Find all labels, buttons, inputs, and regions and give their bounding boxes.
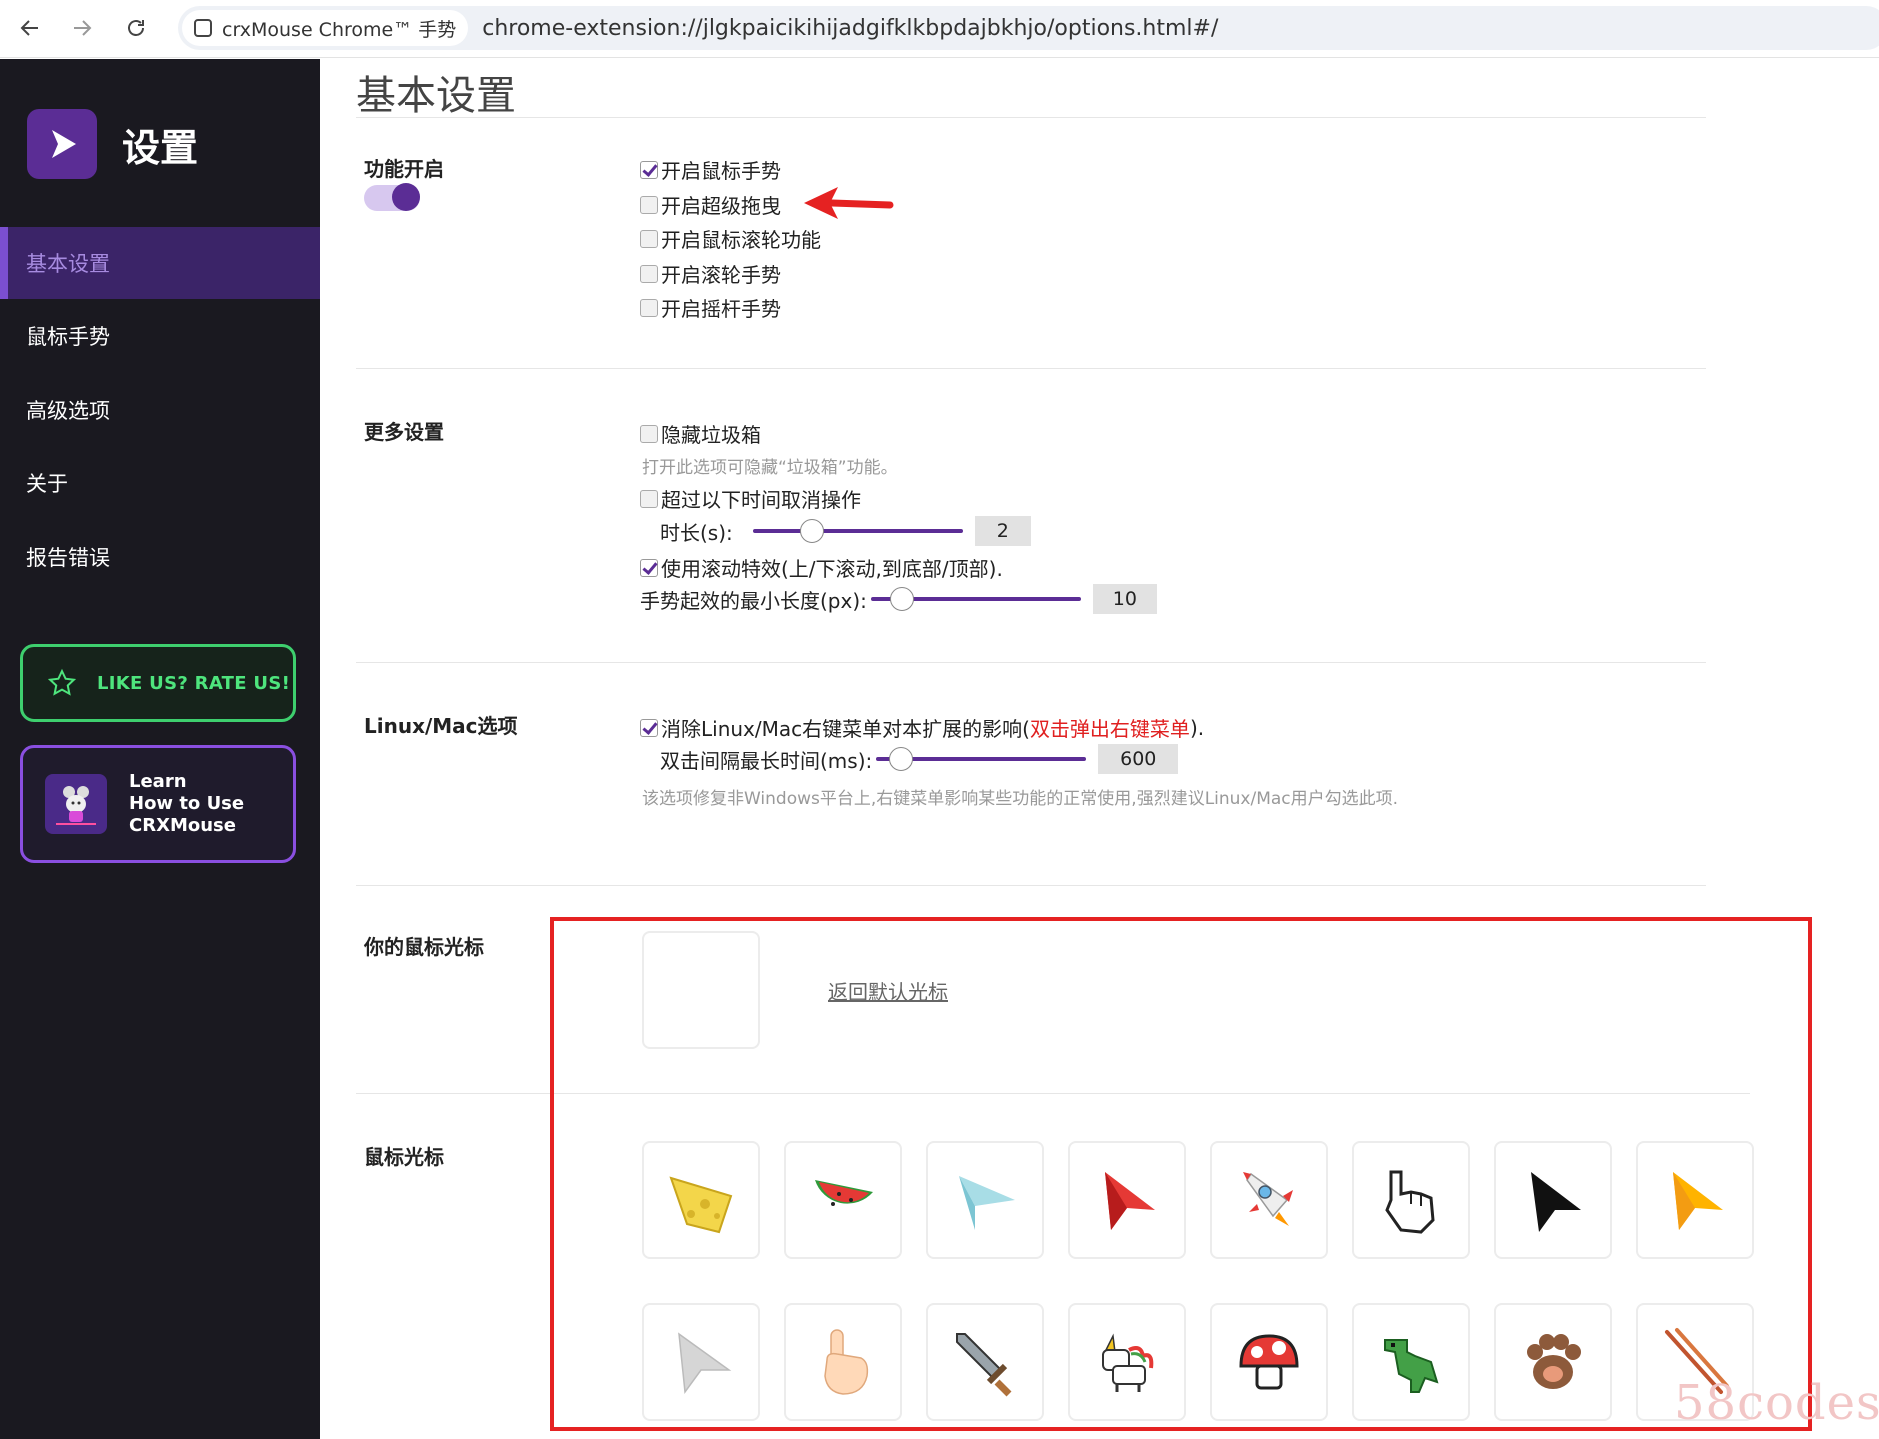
rate-us-button[interactable]: LIKE US? RATE US!: [20, 644, 296, 722]
section-label-linux: Linux/Mac选项: [364, 714, 518, 738]
duration-row: 时长(s): 2: [660, 516, 1031, 546]
reload-icon[interactable]: [118, 10, 154, 46]
interval-slider[interactable]: [876, 747, 1087, 771]
checkbox[interactable]: [640, 298, 658, 317]
checkbox[interactable]: [640, 558, 658, 577]
checkbox[interactable]: [640, 718, 658, 737]
page-title: 基本设置: [356, 73, 516, 119]
interval-label: 双击间隔最长时间(ms):: [660, 748, 873, 773]
sidebar-item-advanced[interactable]: 高级选项: [0, 374, 320, 446]
option-wheel-gesture[interactable]: 开启滚轮手势: [640, 259, 781, 288]
sidebar-item-label: 鼠标手势: [26, 325, 110, 349]
option-label: 开启超级拖曳: [661, 194, 781, 218]
sidebar-title: 设置: [122, 126, 199, 170]
option-label-highlight: 双击弹出右键菜单: [1029, 717, 1190, 741]
site-chip[interactable]: crxMouse Chrome™ 手势: [182, 10, 469, 46]
divider: [356, 885, 1706, 886]
sidebar-item-label: 报告错误: [26, 546, 110, 570]
min-length-label: 手势起效的最小长度(px):: [640, 588, 867, 613]
section-label-more: 更多设置: [364, 420, 444, 444]
app-logo: [27, 109, 97, 179]
address-bar[interactable]: crxMouse Chrome™ 手势 chrome-extension://j…: [178, 6, 1879, 50]
option-linux-fix[interactable]: 消除Linux/Mac右键菜单对本扩展的影响(双击弹出右键菜单).: [640, 713, 1204, 742]
option-cancel-timeout[interactable]: 超过以下时间取消操作: [640, 484, 861, 513]
option-label: 开启滚轮手势: [661, 263, 781, 287]
section-label-feature: 功能开启: [364, 157, 444, 181]
slider-thumb[interactable]: [799, 519, 824, 543]
hide-trash-hint: 打开此选项可隐藏“垃圾箱”功能。: [642, 458, 898, 478]
checkbox[interactable]: [640, 264, 658, 283]
rate-us-label: LIKE US? RATE US!: [97, 672, 291, 694]
option-label: 开启摇杆手势: [661, 297, 781, 321]
option-label-end: ).: [1189, 715, 1205, 740]
learn-how-to-use-card[interactable]: Learn How to Use CRXMouse: [20, 745, 296, 863]
checkbox[interactable]: [640, 160, 658, 179]
section-label-cursors: 鼠标光标: [364, 1145, 444, 1169]
option-label: 消除Linux/Mac右键菜单对本扩展的影响(: [661, 717, 1030, 741]
url-text[interactable]: chrome-extension://jlgkpaicikihijadgifkl…: [482, 16, 1218, 41]
option-wheel-function[interactable]: 开启鼠标滚轮功能: [640, 224, 821, 253]
divider: [356, 117, 1706, 118]
tab-title: crxMouse Chrome™ 手势: [222, 18, 457, 41]
play-arrow-icon: [52, 130, 76, 158]
checkbox[interactable]: [640, 489, 658, 508]
divider: [356, 368, 1706, 369]
learn-line: CRXMouse: [129, 815, 236, 836]
learn-line: Learn: [129, 771, 187, 792]
learn-line: How to Use: [129, 793, 245, 814]
back-arrow-icon[interactable]: [12, 10, 48, 46]
extension-icon: [194, 19, 212, 37]
duration-label: 时长(s):: [660, 520, 733, 545]
sidebar-item-report[interactable]: 报告错误: [0, 521, 320, 593]
linux-hint: 该选项修复非Windows平台上,右键菜单影响某些功能的正常使用,强烈建议Lin…: [642, 789, 1399, 809]
option-mouse-gesture[interactable]: 开启鼠标手势: [640, 155, 781, 184]
interval-value[interactable]: 600: [1098, 744, 1179, 774]
sidebar: 设置 基本设置 鼠标手势 高级选项 关于 报告错误 LIKE US? RATE …: [0, 59, 320, 1439]
sidebar-item-label: 基本设置: [26, 252, 110, 276]
browser-toolbar: crxMouse Chrome™ 手势 chrome-extension://j…: [0, 0, 1879, 58]
watermark: 58codes: [1674, 1375, 1879, 1431]
checkbox[interactable]: [640, 195, 658, 214]
sidebar-item-about[interactable]: 关于: [0, 447, 320, 519]
star-icon: [47, 668, 77, 696]
sidebar-item-label: 关于: [26, 472, 68, 496]
section-label-your-cursor: 你的鼠标光标: [364, 935, 484, 959]
checkbox[interactable]: [640, 229, 658, 248]
option-scroll-effect[interactable]: 使用滚动特效(上/下滚动,到底部/顶部).: [640, 553, 1003, 582]
interval-row: 双击间隔最长时间(ms): 600: [660, 744, 1179, 774]
sidebar-item-gestures[interactable]: 鼠标手势: [0, 300, 320, 372]
min-length-value[interactable]: 10: [1092, 584, 1157, 614]
feature-toggle[interactable]: [364, 183, 420, 211]
duration-value[interactable]: 2: [974, 516, 1031, 546]
divider: [356, 662, 1706, 663]
mouse-mascot-icon: [45, 774, 107, 834]
slider-thumb[interactable]: [889, 747, 914, 771]
option-hide-trash[interactable]: 隐藏垃圾箱: [640, 419, 761, 448]
forward-arrow-icon[interactable]: [64, 10, 100, 46]
option-joystick-gesture[interactable]: 开启摇杆手势: [640, 293, 781, 322]
option-label: 超过以下时间取消操作: [661, 488, 861, 512]
main-content: 基本设置 功能开启 开启鼠标手势 开启超级拖曳 开启鼠标滚轮功能 开启滚轮手势 …: [320, 59, 1879, 1439]
slider-thumb[interactable]: [890, 587, 915, 611]
learn-text: Learn How to Use CRXMouse: [129, 771, 244, 837]
checkbox[interactable]: [640, 424, 658, 443]
duration-slider[interactable]: [752, 519, 963, 543]
min-length-row: 手势起效的最小长度(px): 10: [640, 584, 1157, 614]
sidebar-item-label: 高级选项: [26, 399, 110, 423]
red-annotation-arrow-icon: [804, 187, 894, 219]
option-label: 使用滚动特效(上/下滚动,到底部/顶部).: [661, 557, 1003, 581]
option-super-drag[interactable]: 开启超级拖曳: [640, 190, 781, 219]
sidebar-item-basic[interactable]: 基本设置: [0, 227, 320, 299]
red-annotation-frame: [550, 917, 1812, 1431]
option-label: 开启鼠标滚轮功能: [661, 228, 821, 252]
option-label: 开启鼠标手势: [661, 159, 781, 183]
toggle-knob: [392, 183, 420, 211]
option-label: 隐藏垃圾箱: [661, 423, 761, 447]
min-length-slider[interactable]: [870, 587, 1081, 611]
